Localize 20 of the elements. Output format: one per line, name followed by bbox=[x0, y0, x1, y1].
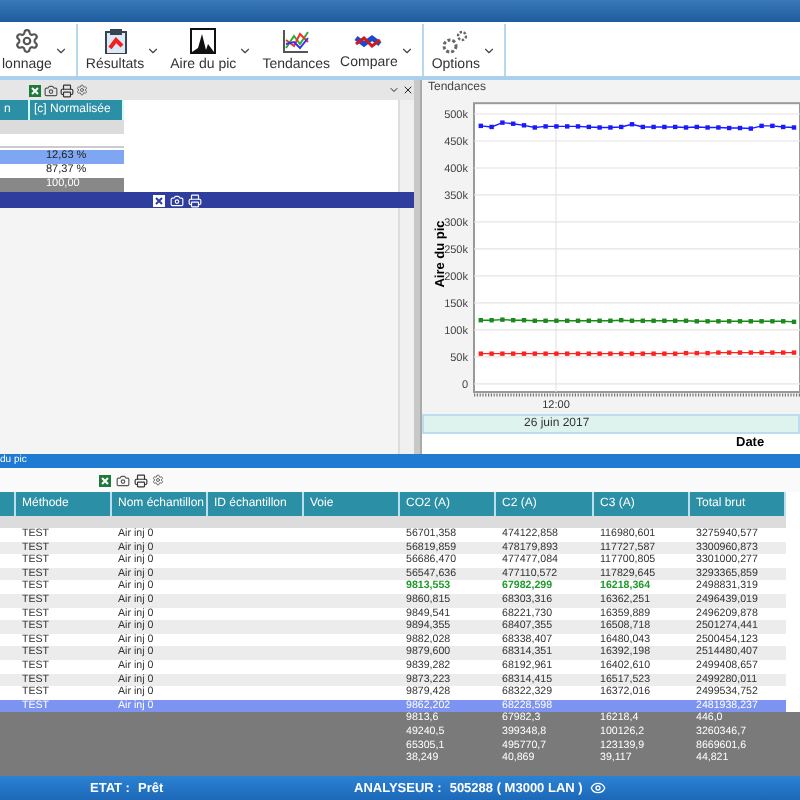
scrollbar[interactable] bbox=[398, 208, 414, 454]
gear-icon bbox=[13, 28, 40, 54]
gears-icon bbox=[442, 29, 469, 53]
table-row bbox=[0, 120, 124, 134]
camera-icon[interactable] bbox=[116, 473, 130, 487]
settings-icon[interactable] bbox=[152, 474, 164, 486]
printer-icon[interactable] bbox=[188, 193, 202, 207]
camera-icon[interactable] bbox=[44, 83, 58, 97]
printer-icon[interactable] bbox=[60, 83, 74, 97]
column-header[interactable] bbox=[0, 492, 16, 516]
settings-icon[interactable] bbox=[76, 84, 88, 96]
scrollbar[interactable] bbox=[398, 100, 414, 192]
compare-icon bbox=[354, 31, 383, 51]
eye-icon[interactable] bbox=[590, 780, 607, 796]
printer-icon[interactable] bbox=[134, 473, 148, 487]
line-chart-icon bbox=[282, 28, 311, 54]
peak-chart-icon bbox=[190, 28, 217, 54]
close-icon[interactable] bbox=[402, 84, 414, 96]
spreadsheet-icon[interactable] bbox=[152, 193, 166, 207]
clipboard-icon bbox=[103, 28, 128, 54]
